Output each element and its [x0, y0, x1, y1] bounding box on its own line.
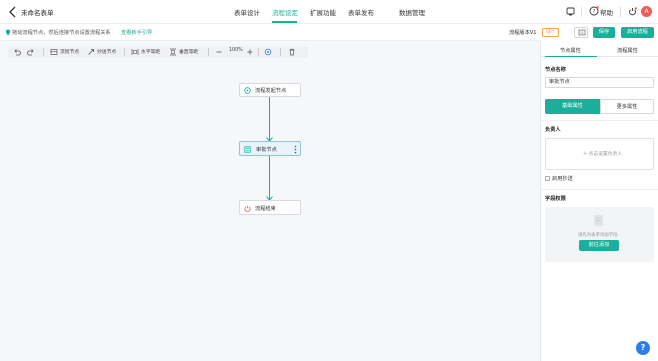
help-fab-button[interactable]: ?	[636, 341, 650, 355]
undo-icon[interactable]	[13, 48, 21, 56]
node-label: 审批节点	[256, 147, 277, 153]
location-pin-icon	[5, 29, 11, 36]
zoom-level: 100%	[229, 48, 243, 53]
user-avatar[interactable]: A	[641, 6, 652, 17]
align-horizontal-icon	[131, 49, 139, 55]
more-options-icon[interactable]	[294, 145, 297, 154]
start-node[interactable]: 流程发起节点	[239, 83, 301, 97]
toolbar-divider	[258, 48, 259, 56]
history-icon	[578, 29, 586, 36]
tab-node-properties[interactable]: 节点属性	[560, 47, 581, 54]
approval-node[interactable]: 审批节点	[239, 141, 301, 156]
help-icon[interactable]: ?	[589, 6, 599, 16]
active-tab-indicator	[272, 21, 297, 23]
flow-connector	[269, 97, 270, 141]
version-status-badge[interactable]: 设计	[542, 28, 559, 37]
approval-icon	[244, 146, 251, 153]
node-label: 流程结束	[255, 206, 276, 212]
assignee-placeholder: + 点击设置负责人	[583, 152, 623, 157]
toolbar-divider	[280, 48, 281, 56]
flow-node-icon	[50, 49, 58, 55]
flow-connector	[269, 156, 270, 200]
zoom-in-icon[interactable]	[246, 48, 254, 56]
end-node[interactable]: 流程结束	[239, 200, 301, 215]
guide-link[interactable]: 查看新手引导	[121, 29, 152, 36]
tab-form-design[interactable]: 表单设计	[234, 7, 260, 17]
tab-form-publish[interactable]: 表单发布	[348, 7, 374, 17]
delete-icon[interactable]	[288, 48, 296, 56]
tab-flow-setting[interactable]: 流程设定	[272, 7, 298, 17]
align-horizontal-tool[interactable]: 水平等距	[141, 48, 160, 55]
zoom-out-icon[interactable]	[215, 48, 223, 56]
cc-checkbox[interactable]	[545, 176, 550, 181]
divider	[620, 7, 621, 17]
redo-icon[interactable]	[27, 48, 35, 56]
enable-flow-button[interactable]: 启用流程	[621, 27, 654, 38]
notification-icon[interactable]	[628, 7, 637, 16]
divider	[581, 7, 582, 17]
svg-text:?: ?	[593, 9, 596, 15]
history-button[interactable]	[574, 27, 588, 38]
empty-document-icon	[594, 215, 603, 226]
tab-extensions[interactable]: 扩展功能	[310, 7, 336, 17]
more-properties-toggle[interactable]: 更多属性	[600, 99, 654, 114]
empty-state-text: 请先为表单添加字段	[578, 233, 618, 238]
back-arrow-icon[interactable]	[8, 6, 18, 18]
active-panel-tab-indicator	[545, 56, 597, 57]
cc-node-tool[interactable]: 抄送节点	[97, 48, 116, 55]
toolbar-divider	[124, 48, 125, 56]
hint-text: 拖动流程节点，然后连接节点设置流程关系	[12, 30, 111, 36]
node-label: 流程发起节点	[255, 88, 287, 94]
node-name-input[interactable]: 审批节点	[545, 77, 654, 88]
section-divider	[540, 189, 658, 190]
preview-icon[interactable]	[566, 7, 575, 16]
fit-view-icon[interactable]	[264, 48, 272, 56]
align-vertical-icon	[170, 48, 176, 56]
toolbar-divider	[43, 48, 44, 56]
basic-properties-toggle[interactable]: 基础属性	[545, 99, 600, 114]
tab-flow-properties[interactable]: 流程属性	[617, 47, 638, 54]
flow-node-tool[interactable]: 流程节点	[60, 48, 79, 55]
form-title: 未命名表单	[21, 9, 54, 17]
field-permission-title: 字段权限	[545, 196, 566, 202]
version-label: 流程版本V1	[509, 30, 537, 36]
cc-checkbox-label: 启用抄送	[552, 176, 573, 182]
tab-data-management[interactable]: 数据管理	[399, 7, 425, 17]
toolbar-divider	[208, 48, 209, 56]
align-vertical-tool[interactable]: 垂直等距	[179, 48, 198, 55]
add-field-button[interactable]: 前往添加	[579, 240, 619, 251]
cc-node-icon	[88, 49, 94, 55]
assignee-title: 负责人	[545, 127, 561, 133]
start-icon	[244, 87, 251, 94]
save-button[interactable]: 保存	[593, 27, 615, 38]
help-label[interactable]: 帮助	[600, 7, 613, 17]
power-icon	[244, 205, 251, 212]
node-name-title: 节点名称	[545, 67, 566, 73]
section-divider	[540, 120, 658, 121]
